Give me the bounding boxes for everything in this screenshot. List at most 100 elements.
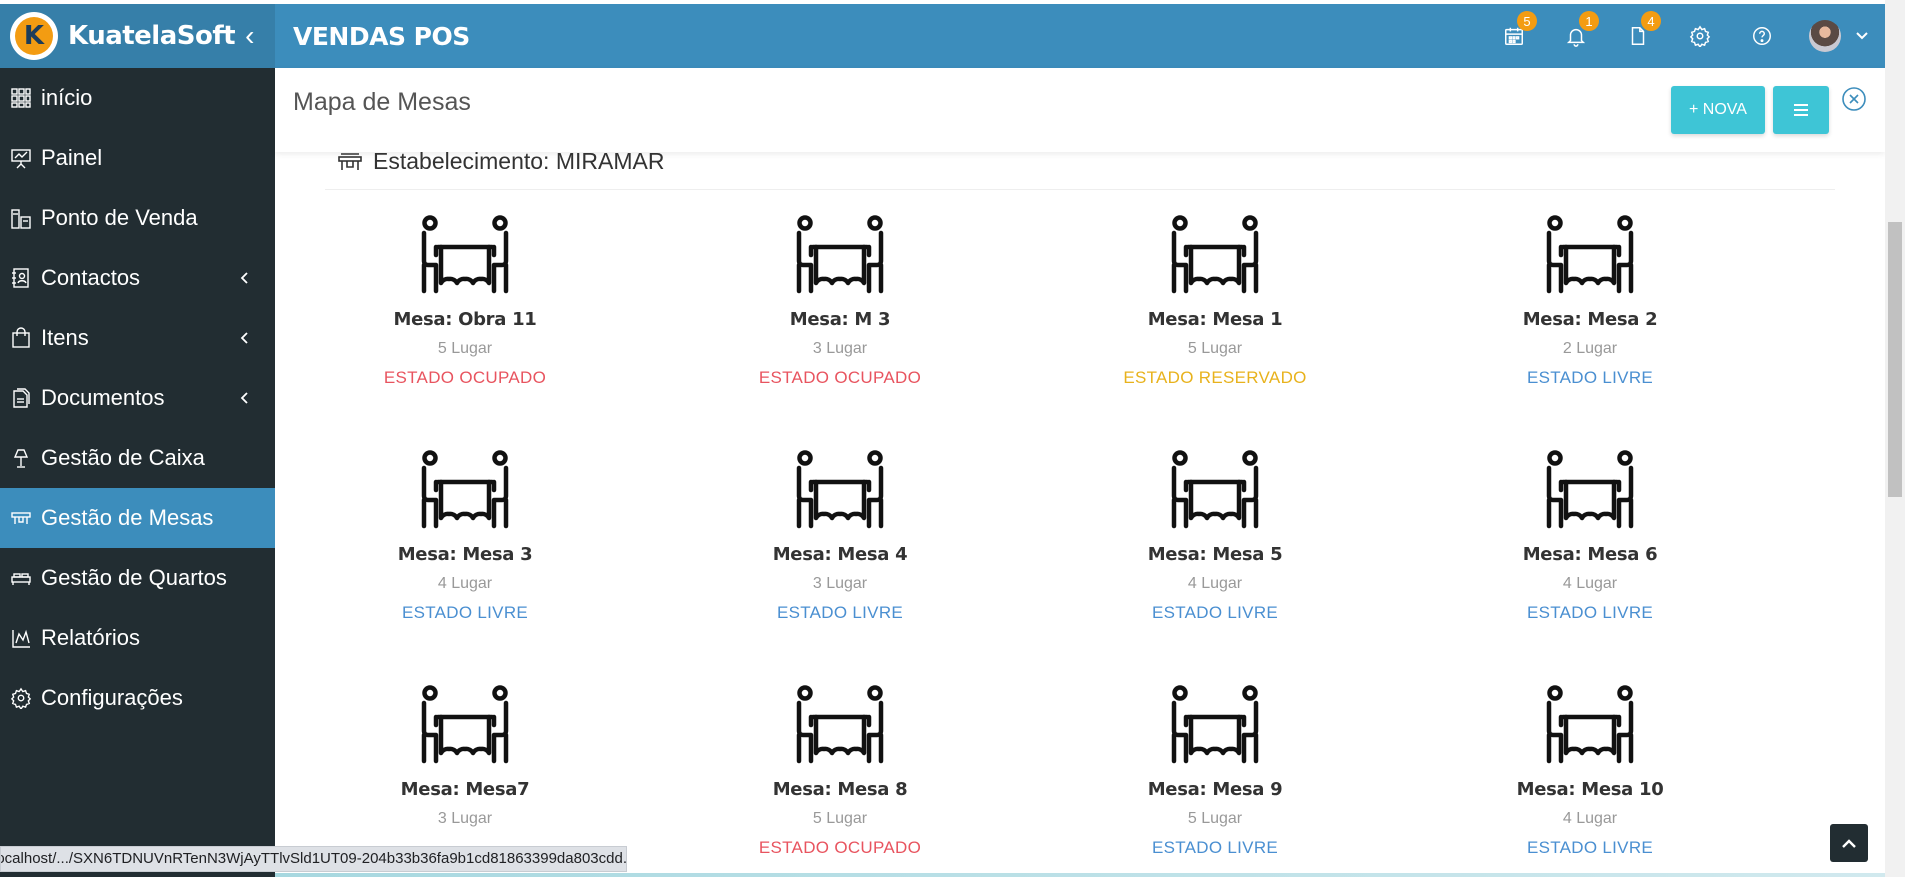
sidebar-item-contactos[interactable]: Contactos	[0, 248, 275, 308]
table-name: Mesa: Mesa 8	[772, 779, 908, 800]
sidebar: início Painel Ponto de Venda Contactos I…	[0, 68, 275, 877]
table-seats: 5 Lugar	[812, 810, 868, 827]
dining-table-icon	[421, 450, 509, 529]
dining-table-icon	[421, 685, 509, 764]
table-name: Mesa: Mesa 10	[1516, 779, 1664, 800]
sidebar-item-label: início	[41, 85, 93, 110]
sidebar-item-gestao-de-quartos[interactable]: Gestão de Quartos	[0, 548, 275, 608]
sidebar-item-label: Contactos	[41, 265, 141, 290]
chevron-down-icon	[1856, 32, 1868, 40]
table-card[interactable]: Mesa: Mesa 4 3 Lugar ESTADO LIVRE	[690, 450, 990, 623]
navbar: VENDAS POS 5 1 4	[275, 4, 1885, 68]
table-card[interactable]: Mesa: Mesa 3 4 Lugar ESTADO LIVRE	[315, 450, 615, 623]
sidebar-item-ponto-de-venda[interactable]: Ponto de Venda	[0, 188, 275, 248]
table-seats: 4 Lugar	[1187, 575, 1243, 592]
settings-button[interactable]	[1669, 4, 1731, 68]
table-card[interactable]: Mesa: Mesa 9 5 Lugar ESTADO LIVRE	[1065, 685, 1365, 858]
table-card[interactable]: Mesa: Mesa 2 2 Lugar ESTADO LIVRE	[1440, 215, 1740, 388]
table-card[interactable]: Mesa: Mesa 1 5 Lugar ESTADO RESERVADO	[1065, 215, 1365, 388]
table-status: ESTADO OCUPADO	[758, 838, 922, 857]
sidebar-item-label: Gestão de Quartos	[41, 565, 227, 590]
sidebar-toggle-icon[interactable]: ‹	[245, 22, 254, 50]
table-status: ESTADO RESERVADO	[1123, 368, 1307, 387]
sidebar-item-label: Configurações	[41, 685, 183, 710]
sidebar-item-relatorios[interactable]: Relatórios	[0, 608, 275, 668]
calendar-button[interactable]: 5	[1483, 4, 1545, 68]
dashboard-grid-icon	[10, 87, 32, 109]
dining-table-icon	[796, 450, 884, 529]
navbar-icons: 5 1 4	[1483, 4, 1885, 68]
table-name: Mesa: Mesa7	[400, 779, 530, 800]
sidebar-item-documentos[interactable]: Documentos	[0, 368, 275, 428]
close-icon[interactable]	[1841, 86, 1867, 112]
content-header: Mapa de Mesas + NOVA	[275, 68, 1885, 152]
sidebar-item-label: Painel	[41, 145, 103, 170]
gear-icon	[1689, 25, 1711, 47]
brand-logo: K	[10, 12, 58, 60]
table-card[interactable]: Mesa: Mesa 5 4 Lugar ESTADO LIVRE	[1065, 450, 1365, 623]
main-content: Mapa de Mesas + NOVA Estabelecimento: MI…	[275, 68, 1885, 877]
table-status: ESTADO OCUPADO	[383, 368, 547, 387]
page-title: Mapa de Mesas	[293, 88, 471, 116]
sidebar-item-label: Gestão de Mesas	[41, 505, 214, 530]
sidebar-item-label: Itens	[41, 325, 89, 350]
table-seats: 4 Lugar	[1562, 810, 1618, 827]
sidebar-item-painel[interactable]: Painel	[0, 128, 275, 188]
establishment-name: Estabelecimento: MIRAMAR	[373, 148, 665, 174]
brand-name: KuatelaSoft	[68, 21, 236, 51]
contact-book-icon	[10, 267, 32, 289]
table-card[interactable]: Mesa: Mesa 10 4 Lugar ESTADO LIVRE	[1440, 685, 1740, 858]
tasks-button[interactable]: 4	[1607, 4, 1669, 68]
dining-table-icon	[1171, 215, 1259, 294]
dining-table-icon	[1171, 685, 1259, 764]
table-seats: 5 Lugar	[437, 340, 493, 357]
table-status: ESTADO LIVRE	[776, 603, 904, 622]
table-seats: 3 Lugar	[812, 575, 868, 592]
table-name: Mesa: Mesa 4	[772, 544, 908, 565]
hamburger-icon	[1794, 104, 1808, 116]
page-bottom-edge	[275, 873, 1885, 877]
dining-table-icon	[1546, 450, 1634, 529]
sidebar-item-label: Relatórios	[41, 625, 141, 650]
brand-logo-letter: K	[15, 17, 53, 55]
sidebar-item-gestao-de-mesas[interactable]: Gestão de Mesas	[0, 488, 275, 548]
table-name: Mesa: Obra 11	[393, 309, 537, 330]
table-seats: 3 Lugar	[812, 340, 868, 357]
list-menu-button[interactable]	[1773, 86, 1829, 134]
brand-area[interactable]: K KuatelaSoft ‹	[0, 4, 275, 68]
table-seats: 2 Lugar	[1562, 340, 1618, 357]
new-table-button[interactable]: + NOVA	[1671, 86, 1765, 134]
table-status: ESTADO LIVRE	[1151, 838, 1279, 857]
gear-icon	[10, 687, 32, 709]
sidebar-item-configuracoes[interactable]: Configurações	[0, 668, 275, 728]
sidebar-item-label: Gestão de Caixa	[41, 445, 205, 470]
back-to-top-button[interactable]	[1830, 824, 1868, 862]
chevron-up-icon	[1842, 839, 1856, 848]
chevron-left-icon	[240, 332, 248, 344]
module-title: VENDAS POS	[293, 21, 470, 51]
table-chairs-icon	[10, 507, 32, 529]
table-status: ESTADO LIVRE	[401, 603, 529, 622]
dining-table-icon	[796, 215, 884, 294]
table-card[interactable]: Mesa: Mesa 6 4 Lugar ESTADO LIVRE	[1440, 450, 1740, 623]
sidebar-item-inicio[interactable]: início	[0, 68, 275, 128]
user-menu[interactable]	[1793, 4, 1885, 68]
sidebar-item-gestao-de-caixa[interactable]: Gestão de Caixa	[0, 428, 275, 488]
pos-terminal-icon	[10, 207, 32, 229]
notifications-badge: 1	[1579, 11, 1599, 31]
table-status: ESTADO LIVRE	[1526, 838, 1654, 857]
notifications-button[interactable]: 1	[1545, 4, 1607, 68]
table-status: ESTADO LIVRE	[1526, 603, 1654, 622]
presentation-board-icon	[10, 147, 32, 169]
dining-table-icon	[1171, 450, 1259, 529]
table-seats: 4 Lugar	[1562, 575, 1618, 592]
table-card[interactable]: Mesa: Mesa7 3 Lugar	[315, 685, 615, 838]
table-name: Mesa: Mesa 5	[1147, 544, 1283, 565]
table-card[interactable]: Mesa: Obra 11 5 Lugar ESTADO OCUPADO	[315, 215, 615, 388]
dining-table-icon	[796, 685, 884, 764]
scrollbar-thumb[interactable]	[1888, 222, 1902, 497]
table-card[interactable]: Mesa: M 3 3 Lugar ESTADO OCUPADO	[690, 215, 990, 388]
table-card[interactable]: Mesa: Mesa 8 5 Lugar ESTADO OCUPADO	[690, 685, 990, 858]
help-button[interactable]	[1731, 4, 1793, 68]
sidebar-item-itens[interactable]: Itens	[0, 308, 275, 368]
